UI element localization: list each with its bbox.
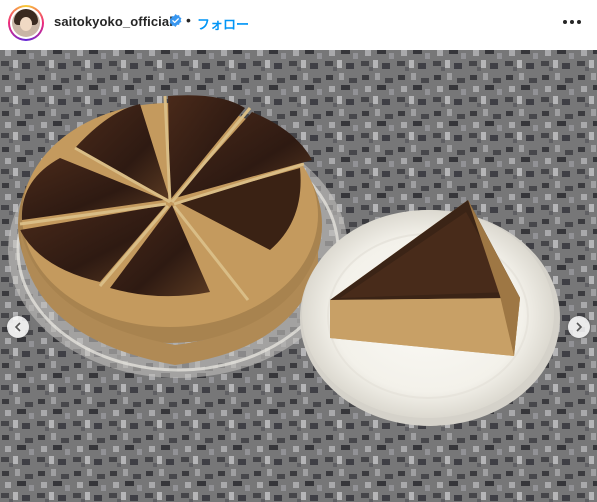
- more-options-icon[interactable]: [563, 20, 583, 26]
- avatar[interactable]: [8, 5, 44, 41]
- carousel-prev-button[interactable]: [7, 316, 29, 338]
- username-link[interactable]: saitokyoko_official: [54, 14, 173, 29]
- carousel-next-button[interactable]: [568, 316, 590, 338]
- verified-badge-icon: [169, 14, 182, 27]
- post-header: saitokyoko_official • フォロー: [0, 0, 597, 50]
- carousel-next-icon: [576, 322, 583, 332]
- post-photo: [0, 50, 597, 502]
- carousel-prev-icon: [14, 322, 21, 332]
- follow-button[interactable]: フォロー: [197, 14, 249, 33]
- separator-dot: •: [186, 12, 191, 28]
- avatar-frame: [10, 7, 42, 39]
- avatar-image: [12, 9, 40, 37]
- cheesecake-photo: [0, 50, 597, 502]
- avatar-face: [20, 17, 32, 31]
